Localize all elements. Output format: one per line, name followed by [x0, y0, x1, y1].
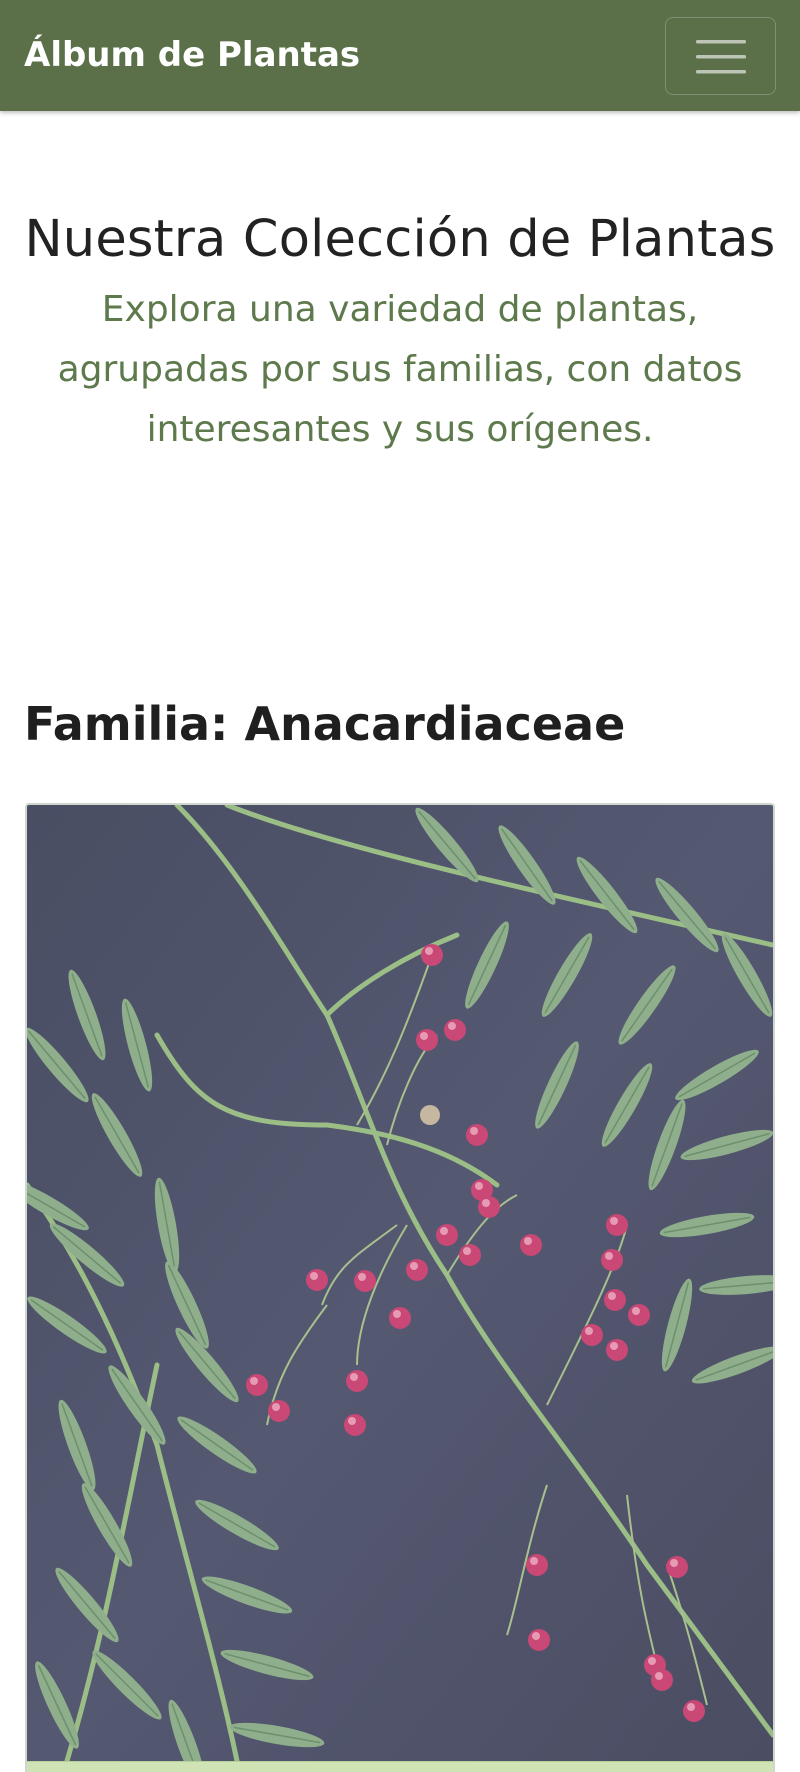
plant-photo — [27, 805, 773, 1761]
brand-link[interactable]: Álbum de Plantas — [24, 30, 360, 80]
page-subtitle: Explora una variedad de plantas, agrupad… — [57, 289, 743, 450]
hero-section: Nuestra Colección de Plantas Explora una… — [0, 200, 800, 460]
hamburger-menu-icon — [696, 40, 746, 74]
page-title: Nuestra Colección de Plantas — [24, 210, 776, 269]
top-navbar: Álbum de Plantas — [0, 0, 800, 111]
plant-card[interactable] — [25, 803, 775, 1772]
navbar-toggler-button[interactable] — [665, 17, 776, 95]
card-footer — [27, 1761, 773, 1772]
family-heading: Familia: Anacardiaceae — [24, 697, 626, 751]
